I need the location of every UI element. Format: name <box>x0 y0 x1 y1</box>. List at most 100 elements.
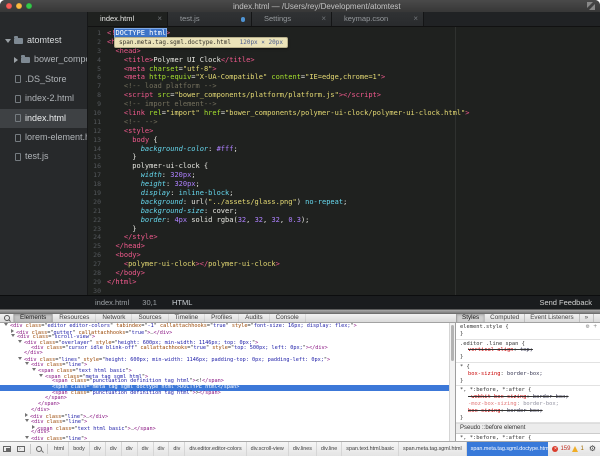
gear-icon[interactable]: ⚙ <box>586 324 590 331</box>
breadcrumb-item[interactable]: div <box>154 442 170 456</box>
code-line-10[interactable]: 10 <link rel="import" href="bower_compon… <box>88 109 600 118</box>
css-rule[interactable]: *, *:before, *:after {-webkit-box-sizing… <box>456 434 600 441</box>
twisty-open-icon[interactable] <box>11 334 15 337</box>
css-rule[interactable]: element.style {+⚙} <box>456 323 600 340</box>
code-line-27[interactable]: 27 <polymer-ui-clock></polymer-ui-clock> <box>88 260 600 269</box>
devtools-tab-profiles[interactable]: Profiles <box>205 314 239 322</box>
breadcrumb-item[interactable]: div.editor.editor-colors <box>185 442 246 456</box>
code-line-18[interactable]: 18 height: 320px; <box>88 180 600 189</box>
tree-item-test.js[interactable]: test.js <box>0 147 87 166</box>
devtools-tab-elements[interactable]: Elements <box>14 314 53 322</box>
breadcrumb-item[interactable]: span.meta.tag.sgml.html <box>399 442 467 456</box>
breadcrumb-item[interactable]: span.text.html.basic <box>342 442 399 456</box>
scrollbar-thumb[interactable] <box>451 325 454 361</box>
breadcrumb-item[interactable]: div.line <box>317 442 342 456</box>
tree-item-bower_components[interactable]: bower_components <box>0 50 87 69</box>
breadcrumb-item[interactable]: body <box>69 442 90 456</box>
css-property[interactable]: -webkit-box-sizing: border-box; <box>460 394 597 401</box>
error-count[interactable]: 159 <box>560 446 570 452</box>
dom-tree[interactable]: <div class="editor editor-colors" tabind… <box>0 323 449 441</box>
fullscreen-icon[interactable] <box>587 2 595 10</box>
close-button[interactable] <box>6 3 12 9</box>
code-line-3[interactable]: 3 <head> <box>88 47 600 56</box>
devtools-tab-console[interactable]: Console <box>270 314 306 322</box>
styles-tab-styles[interactable]: Styles <box>457 314 485 322</box>
gear-icon[interactable]: ⚙ <box>589 444 596 454</box>
tab-keymap.cson[interactable]: keymap.cson× <box>332 12 424 26</box>
chevron-right-icon[interactable] <box>14 57 18 63</box>
code-line-7[interactable]: 7 <!-- load platform --> <box>88 82 600 91</box>
tree-item-index-2.html[interactable]: index-2.html <box>0 89 87 108</box>
devtools-tab-network[interactable]: Network <box>96 314 132 322</box>
tab-Settings[interactable]: Settings× <box>252 12 332 26</box>
close-icon[interactable]: × <box>157 12 162 26</box>
tab-index.html[interactable]: index.html× <box>88 12 168 26</box>
twisty-closed-icon[interactable] <box>11 329 14 333</box>
code-line-19[interactable]: 19 display: inline-block; <box>88 189 600 198</box>
code-line-17[interactable]: 17 width: 320px; <box>88 171 600 180</box>
error-icon[interactable]: × <box>552 446 558 452</box>
code-line-16[interactable]: 16 polymer-ui-clock { <box>88 162 600 171</box>
styles-tab-computed[interactable]: Computed <box>485 314 525 322</box>
css-rule[interactable]: *, *:before, *:after {-webkit-box-sizing… <box>456 386 600 423</box>
tree-item-.DS_Store[interactable]: .DS_Store <box>0 70 87 89</box>
breadcrumb-item[interactable]: span.meta.tag.sgml.doctype.html <box>467 442 549 456</box>
code-line-8[interactable]: 8 <script src="bower_components/platform… <box>88 91 600 100</box>
devtools-tab-timeline[interactable]: Timeline <box>169 314 206 322</box>
breadcrumb-item[interactable]: div <box>90 442 106 456</box>
minimize-button[interactable] <box>16 3 22 9</box>
code-line-13[interactable]: 13 body { <box>88 136 600 145</box>
chevron-down-icon[interactable] <box>5 39 11 43</box>
file-tree[interactable]: atomtestbower_components.DS_Storeindex-2… <box>0 12 88 295</box>
devtools-tab-sources[interactable]: Sources <box>132 314 168 322</box>
code-line-12[interactable]: 12 <style> <box>88 127 600 136</box>
twisty-closed-icon[interactable] <box>25 413 28 417</box>
code-line-14[interactable]: 14 background-color: #fff; <box>88 145 600 154</box>
breadcrumb-item[interactable]: html <box>50 442 69 456</box>
code-line-24[interactable]: 24 </style> <box>88 233 600 242</box>
css-property[interactable]: vertical-align: top; <box>460 347 597 354</box>
code-line-23[interactable]: 23 } <box>88 225 600 234</box>
css-rule[interactable]: .editor .line span {vertical-align: top;… <box>456 340 600 363</box>
twisty-open-icon[interactable] <box>32 368 36 371</box>
styles-tab-»[interactable]: » <box>580 314 595 322</box>
twisty-open-icon[interactable] <box>25 419 29 422</box>
code-line-30[interactable]: 30 <box>88 287 600 295</box>
code-line-28[interactable]: 28 </body> <box>88 269 600 278</box>
code-line-5[interactable]: 5 <meta charset="utf-8"> <box>88 65 600 74</box>
tree-item-lorem-element.html[interactable]: lorem-element.html <box>0 128 87 147</box>
code-line-9[interactable]: 9 <!-- import element--> <box>88 100 600 109</box>
code-line-21[interactable]: 21 background-size: cover; <box>88 207 600 216</box>
css-property[interactable]: box-sizing: border-box; <box>460 371 597 378</box>
code-line-29[interactable]: 29</html> <box>88 278 600 287</box>
breadcrumb-item[interactable]: div <box>106 442 122 456</box>
breadcrumb-item[interactable]: div.lines <box>289 442 317 456</box>
breadcrumb-item[interactable]: div.scroll-view <box>247 442 289 456</box>
zoom-button[interactable] <box>26 3 32 9</box>
inspect-element-button[interactable] <box>0 314 14 322</box>
close-icon[interactable]: × <box>413 12 418 26</box>
code-editor[interactable]: 1<!DOCTYPE html>2<html>3 <head>4 <title>… <box>88 27 600 295</box>
css-property[interactable]: -moz-box-sizing: border-box; <box>460 401 597 408</box>
twisty-open-icon[interactable] <box>39 374 43 377</box>
code-line-15[interactable]: 15 } <box>88 153 600 162</box>
twisty-open-icon[interactable] <box>18 357 22 360</box>
styles-tab-event-listeners[interactable]: Event Listeners <box>525 314 579 322</box>
twisty-closed-icon[interactable] <box>32 425 35 429</box>
console-icon[interactable]: › <box>17 446 25 452</box>
breadcrumb-item[interactable]: div <box>122 442 138 456</box>
css-property[interactable]: box-sizing: border-box; <box>460 408 597 415</box>
code-line-4[interactable]: 4 <title>Polymer UI Clock</title> <box>88 56 600 65</box>
dock-icon[interactable] <box>3 446 11 452</box>
close-icon[interactable]: × <box>321 12 326 26</box>
twisty-open-icon[interactable] <box>4 323 8 326</box>
code-line-26[interactable]: 26 <body> <box>88 251 600 260</box>
devtools-tab-audits[interactable]: Audits <box>239 314 270 322</box>
css-rule[interactable]: * {box-sizing: border-box;} <box>456 363 600 386</box>
plus-icon[interactable]: + <box>593 324 597 331</box>
warning-icon[interactable] <box>572 446 578 452</box>
code-line-22[interactable]: 22 border: 4px solid rgba(32, 32, 32, 0.… <box>88 216 600 225</box>
code-line-6[interactable]: 6 <meta http-equiv="X-UA-Compatible" con… <box>88 73 600 82</box>
twisty-open-icon[interactable] <box>25 362 29 365</box>
styles-pane[interactable]: element.style {+⚙}.editor .line span {ve… <box>455 323 600 441</box>
